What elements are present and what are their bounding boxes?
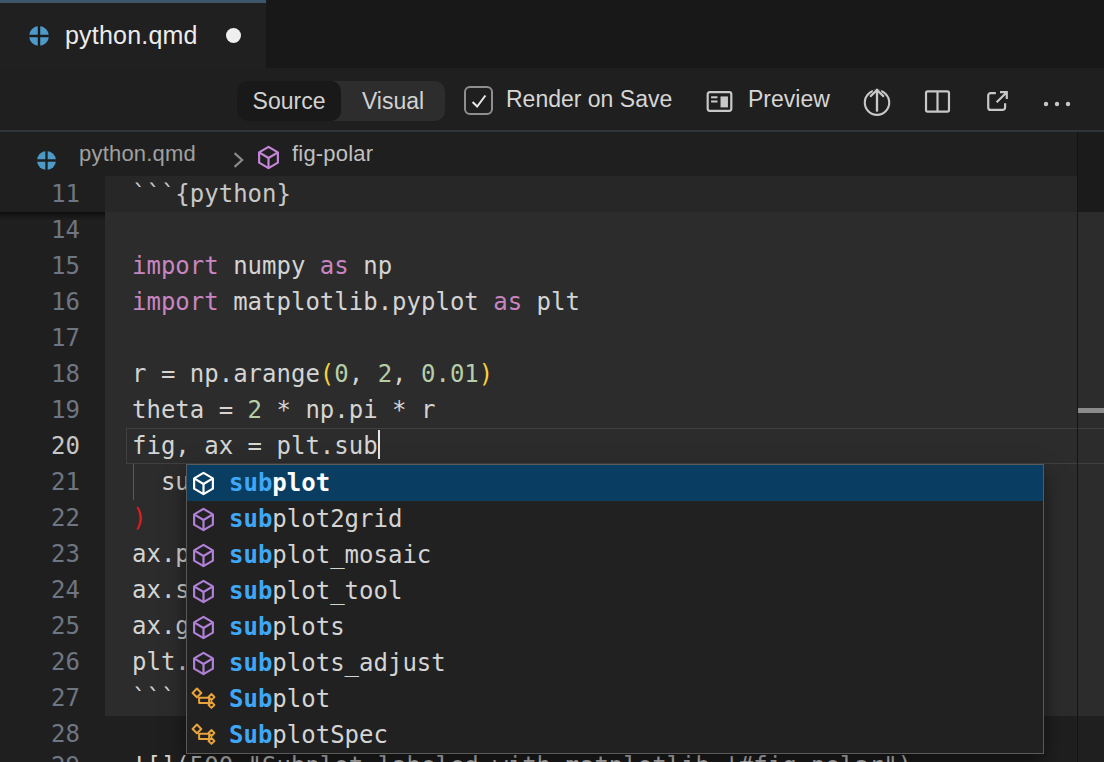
source-label: Source [253, 88, 326, 115]
suggest-item-subplotspec[interactable]: SubplotSpec [187, 717, 1043, 753]
line-number: 22 [0, 500, 80, 536]
suggest-item-subplot[interactable]: subplot [187, 465, 1043, 501]
suggest-item-label: SubplotSpec [229, 721, 388, 749]
line-number: 14 [0, 212, 80, 248]
suggest-item-subplots[interactable]: subplots [187, 609, 1043, 645]
breadcrumb-file[interactable]: python.qmd [79, 132, 196, 176]
code-line[interactable]: 20 fig, ax = plt.sub [0, 428, 1104, 464]
sticky-line-number: 11 [0, 176, 80, 212]
method-symbol-icon [191, 579, 216, 604]
mode-toggle: Source Visual [237, 81, 445, 121]
code-line[interactable]: 16 import matplotlib.pyplot as plt [0, 284, 1104, 320]
suggest-item-label: subplot_tool [229, 577, 402, 605]
line-number: 29 [0, 748, 80, 762]
suggest-item-subplot_mosaic[interactable]: subplot_mosaic [187, 537, 1043, 573]
line-number: 23 [0, 536, 80, 572]
code-line[interactable]: 15 import numpy as np [0, 248, 1104, 284]
overview-ruler-marker [1078, 408, 1104, 413]
sticky-scroll-line[interactable]: 11 ```{python} [0, 176, 1104, 212]
code-line[interactable]: 18 r = np.arange(0, 2, 0.01) [0, 356, 1104, 392]
code-text: import numpy as np [132, 248, 392, 284]
code-line[interactable]: 17 [0, 320, 1104, 356]
line-number: 20 [0, 428, 80, 464]
code-text: fig, ax = plt.sub [132, 428, 380, 464]
code-text: ax.g [132, 608, 190, 644]
render-on-save-label: Render on Save [506, 68, 672, 130]
suggest-widget: subplot subplot2grid subplot_mosaicsubplot… [186, 464, 1044, 754]
publish-icon[interactable] [860, 84, 894, 122]
suggest-item-label: subplot2grid [229, 505, 402, 533]
visual-label: Visual [362, 88, 424, 115]
tab-python-qmd[interactable]: python.qmd [0, 0, 266, 68]
line-number: 24 [0, 572, 80, 608]
sticky-line-text: ```{python} [132, 176, 291, 212]
code-text: r = np.arange(0, 2, 0.01) [132, 356, 493, 392]
code-text: ax.s [132, 572, 190, 608]
code-text: theta = 2 * np.pi * r [132, 392, 435, 428]
preview-icon[interactable] [706, 88, 733, 119]
quarto-sphere-icon [28, 25, 50, 47]
method-symbol-icon [191, 471, 216, 496]
line-number: 25 [0, 608, 80, 644]
suggest-item-label: subplot_mosaic [229, 541, 431, 569]
visual-mode-button[interactable]: Visual [341, 81, 445, 121]
class-symbol-icon [191, 687, 216, 712]
line-number: 26 [0, 644, 80, 680]
editor-right-border [1077, 132, 1078, 762]
class-symbol-icon [191, 723, 216, 748]
checkmark-icon [468, 90, 490, 112]
suggest-item-label: subplots [229, 613, 345, 641]
code-text: ax.p [132, 536, 190, 572]
suggest-item-label: Subplot [229, 685, 330, 713]
line-number: 18 [0, 356, 80, 392]
tab-title: python.qmd [65, 21, 198, 50]
line-number: 16 [0, 284, 80, 320]
breadcrumb-symbol[interactable]: fig-polar [292, 132, 373, 176]
preview-button[interactable]: Preview [748, 68, 830, 130]
suggest-item-label: subplot [229, 469, 330, 497]
tab-bar: python.qmd [0, 0, 1104, 68]
open-external-icon[interactable] [984, 88, 1011, 119]
code-text: ``` [132, 680, 175, 716]
modified-dot-icon [226, 28, 241, 43]
method-symbol-icon [191, 615, 216, 640]
breadcrumbs: python.qmd fig-polar [0, 130, 1104, 176]
code-text: import matplotlib.pyplot as plt [132, 284, 580, 320]
text-cursor [378, 430, 381, 459]
split-editor-icon[interactable] [924, 88, 951, 119]
code-line[interactable]: 19 theta = 2 * np.pi * r [0, 392, 1104, 428]
line-number: 21 [0, 464, 80, 500]
line-number: 27 [0, 680, 80, 716]
line-number: 15 [0, 248, 80, 284]
minimap-top [1078, 132, 1104, 212]
line-number: 19 [0, 392, 80, 428]
method-symbol-icon [191, 651, 216, 676]
method-symbol-icon [191, 543, 216, 568]
method-symbol-icon [191, 507, 216, 532]
code-text: su [132, 464, 190, 500]
render-on-save-checkbox[interactable] [464, 86, 493, 115]
source-mode-button[interactable]: Source [237, 81, 341, 121]
suggest-item-subplot[interactable]: Subplot [187, 681, 1043, 717]
line-number: 17 [0, 320, 80, 356]
suggest-item-subplot2grid[interactable]: subplot2grid [187, 501, 1043, 537]
editor-toolbar: Source Visual Render on Save Preview [0, 68, 1104, 130]
more-actions-icon[interactable] [1042, 96, 1072, 114]
code-text: ) [132, 500, 146, 536]
code-line[interactable]: 14 [0, 212, 1104, 248]
suggest-item-subplot_tool[interactable]: subplot_tool [187, 573, 1043, 609]
bracket-guide [133, 464, 134, 500]
line-number: 28 [0, 716, 80, 752]
code-text: plt. [132, 644, 190, 680]
suggest-item-label: subplots_adjust [229, 649, 446, 677]
suggest-item-subplots_adjust[interactable]: subplots_adjust [187, 645, 1043, 681]
